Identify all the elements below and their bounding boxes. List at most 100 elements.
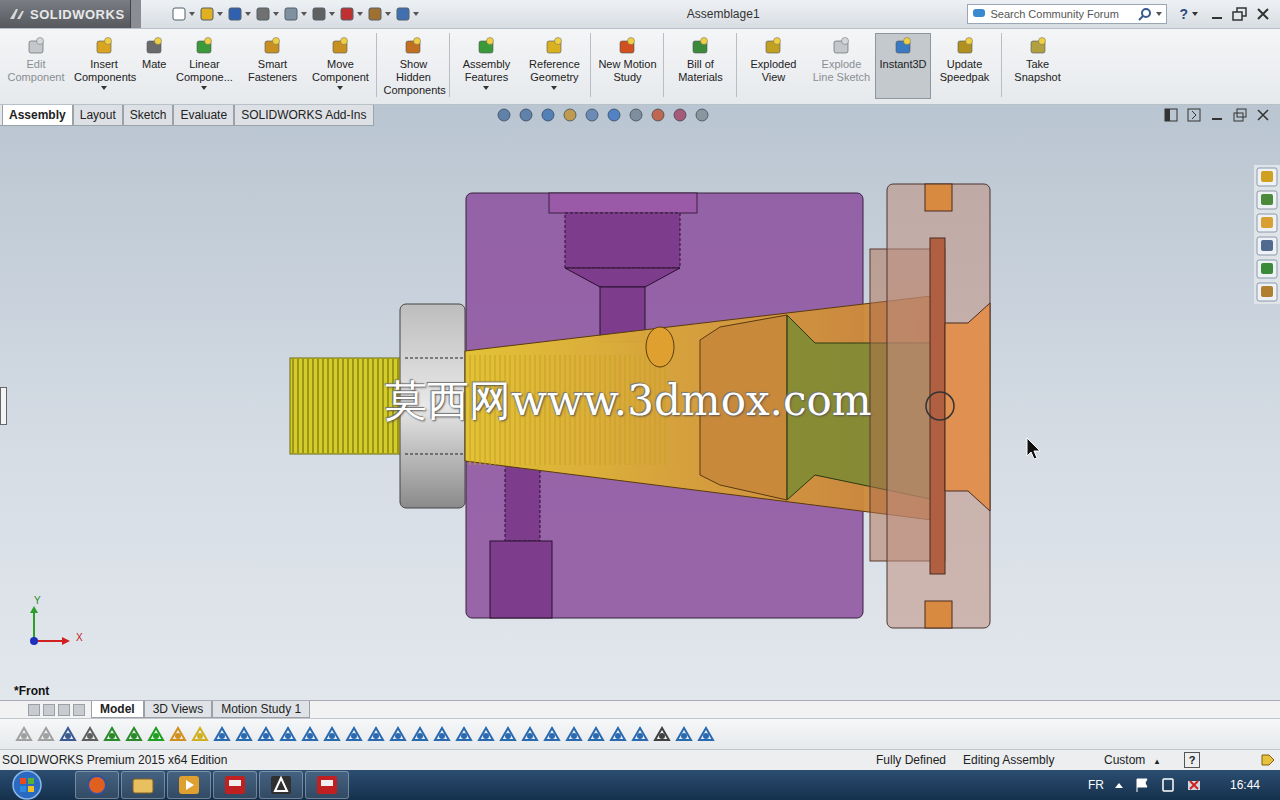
toolbar-tool-icon[interactable] [80, 725, 100, 743]
toolbar-tool-icon[interactable] [36, 725, 56, 743]
ribbon-button[interactable]: Assembly Features [452, 33, 520, 99]
restore-icon[interactable] [1233, 108, 1247, 122]
dropdown-caret-icon[interactable] [483, 86, 489, 90]
minimize-icon[interactable] [1210, 108, 1224, 122]
taskbar-app[interactable] [75, 771, 119, 799]
toolbar-tool-icon[interactable] [212, 725, 232, 743]
dropdown-caret-icon[interactable] [551, 86, 557, 90]
toolbar-tool-icon[interactable] [256, 725, 276, 743]
ribbon-button[interactable]: Show Hidden Components [379, 33, 447, 100]
task-pane-tab-icon[interactable] [1256, 213, 1278, 233]
view-tool-icon[interactable] [562, 107, 580, 123]
tab-scroll-arrow-icon[interactable] [58, 704, 70, 716]
toolbar-tool-icon[interactable] [168, 725, 188, 743]
dropdown-caret-icon[interactable] [217, 12, 223, 16]
view-tool-icon[interactable] [650, 107, 668, 123]
ribbon-button[interactable]: Insert Components [70, 33, 138, 99]
toolbar-tool-icon[interactable] [388, 725, 408, 743]
view-tool-icon[interactable] [584, 107, 602, 123]
ribbon-button[interactable]: Bill of Materials [666, 33, 734, 99]
dropdown-caret-icon[interactable] [273, 12, 279, 16]
toolbar-tool-icon[interactable] [344, 725, 364, 743]
ribbon-button[interactable]: Mate [138, 33, 170, 99]
ribbon-button[interactable]: New Motion Study [593, 33, 661, 99]
tab-scroll-arrow-icon[interactable] [73, 704, 85, 716]
toolbar-tool-icon[interactable] [586, 725, 606, 743]
tag-icon[interactable] [1260, 753, 1276, 767]
toolbar-tool-icon[interactable] [476, 725, 496, 743]
toolbar-tool-icon[interactable] [432, 725, 452, 743]
toolbar-tool-icon[interactable] [102, 725, 122, 743]
toolbar-tool-icon[interactable] [410, 725, 430, 743]
ribbon-button[interactable]: Reference Geometry [520, 33, 588, 99]
toolbar-tool-icon[interactable] [58, 725, 78, 743]
windows-start-icon[interactable] [9, 770, 45, 800]
command-tab[interactable]: Sketch [123, 105, 174, 125]
ribbon-button[interactable]: Exploded View [739, 33, 807, 99]
toolbar-tool-icon[interactable] [696, 725, 716, 743]
magnifier-icon[interactable] [1138, 7, 1152, 21]
ribbon-button[interactable]: Update Speedpak [931, 33, 999, 99]
task-pane-tab-icon[interactable] [1256, 167, 1278, 187]
task-pane-tab-icon[interactable] [1256, 282, 1278, 302]
restore-icon[interactable] [1232, 7, 1248, 21]
ribbon-button[interactable]: Linear Compone... [170, 33, 238, 99]
toolbar-tool-icon[interactable] [498, 725, 518, 743]
view-tool-icon[interactable] [496, 107, 514, 123]
quick-access-button[interactable] [367, 6, 391, 22]
bottom-tab[interactable]: 3D Views [144, 701, 212, 718]
bottom-tab[interactable]: Model [91, 701, 144, 718]
quick-access-button[interactable] [311, 6, 335, 22]
menu-expand-icon[interactable] [130, 0, 141, 28]
view-tool-icon[interactable] [606, 107, 624, 123]
language-indicator[interactable]: FR [1088, 778, 1104, 792]
tile-left-icon[interactable] [1164, 108, 1178, 122]
toolbar-tool-icon[interactable] [234, 725, 254, 743]
toolbar-tool-icon[interactable] [454, 725, 474, 743]
quick-access-button[interactable] [395, 6, 419, 22]
toolbar-tool-icon[interactable] [322, 725, 342, 743]
ribbon-button[interactable]: Explode Line Sketch [807, 33, 875, 99]
quick-access-button[interactable] [339, 6, 363, 22]
toolbar-tool-icon[interactable] [124, 725, 144, 743]
toolbar-tool-icon[interactable] [278, 725, 298, 743]
task-pane-tab-icon[interactable] [1256, 236, 1278, 256]
taskbar-app[interactable] [305, 771, 349, 799]
command-tab[interactable]: Assembly [2, 105, 73, 125]
quick-access-button[interactable] [283, 6, 307, 22]
bottom-tab[interactable]: Motion Study 1 [212, 701, 310, 718]
show-hidden-icons-icon[interactable] [1114, 780, 1124, 790]
toolbar-tool-icon[interactable] [300, 725, 320, 743]
clock[interactable]: 16:44 [1230, 778, 1260, 792]
ribbon-button[interactable]: Smart Fasteners [238, 33, 306, 99]
dropdown-caret-icon[interactable] [357, 12, 363, 16]
ribbon-button[interactable]: Edit Component [2, 33, 70, 99]
tile-right-icon[interactable] [1187, 108, 1201, 122]
dropdown-caret-icon[interactable] [337, 86, 343, 90]
tab-scroll-arrow-icon[interactable] [43, 704, 55, 716]
graphics-area[interactable]: AssemblyLayoutSketchEvaluateSOLIDWORKS A… [0, 105, 1280, 700]
dropdown-caret-icon[interactable] [413, 12, 419, 16]
view-tool-icon[interactable] [694, 107, 712, 123]
toolbar-tool-icon[interactable] [14, 725, 34, 743]
toolbar-tool-icon[interactable] [652, 725, 672, 743]
toolbar-tool-icon[interactable] [190, 725, 210, 743]
command-tab[interactable]: SOLIDWORKS Add-Ins [234, 105, 373, 125]
dropdown-caret-icon[interactable] [1156, 12, 1162, 16]
quick-access-button[interactable] [255, 6, 279, 22]
quick-access-button[interactable] [171, 6, 195, 22]
view-tool-icon[interactable] [628, 107, 646, 123]
help-button[interactable]: ? [1179, 6, 1188, 22]
command-tab[interactable]: Evaluate [173, 105, 234, 125]
ribbon-button[interactable]: Take Snapshot [1004, 33, 1072, 99]
dropdown-caret-icon[interactable] [201, 86, 207, 90]
close-icon[interactable] [1256, 7, 1270, 21]
dropdown-caret-icon[interactable] [101, 86, 107, 90]
panel-toggle-icon[interactable] [0, 387, 7, 425]
dropdown-caret-icon[interactable] [245, 12, 251, 16]
ribbon-button[interactable]: Move Component [306, 33, 374, 99]
taskbar-app[interactable] [259, 771, 303, 799]
toolbar-tool-icon[interactable] [608, 725, 628, 743]
view-tool-icon[interactable] [540, 107, 558, 123]
toolbar-tool-icon[interactable] [146, 725, 166, 743]
